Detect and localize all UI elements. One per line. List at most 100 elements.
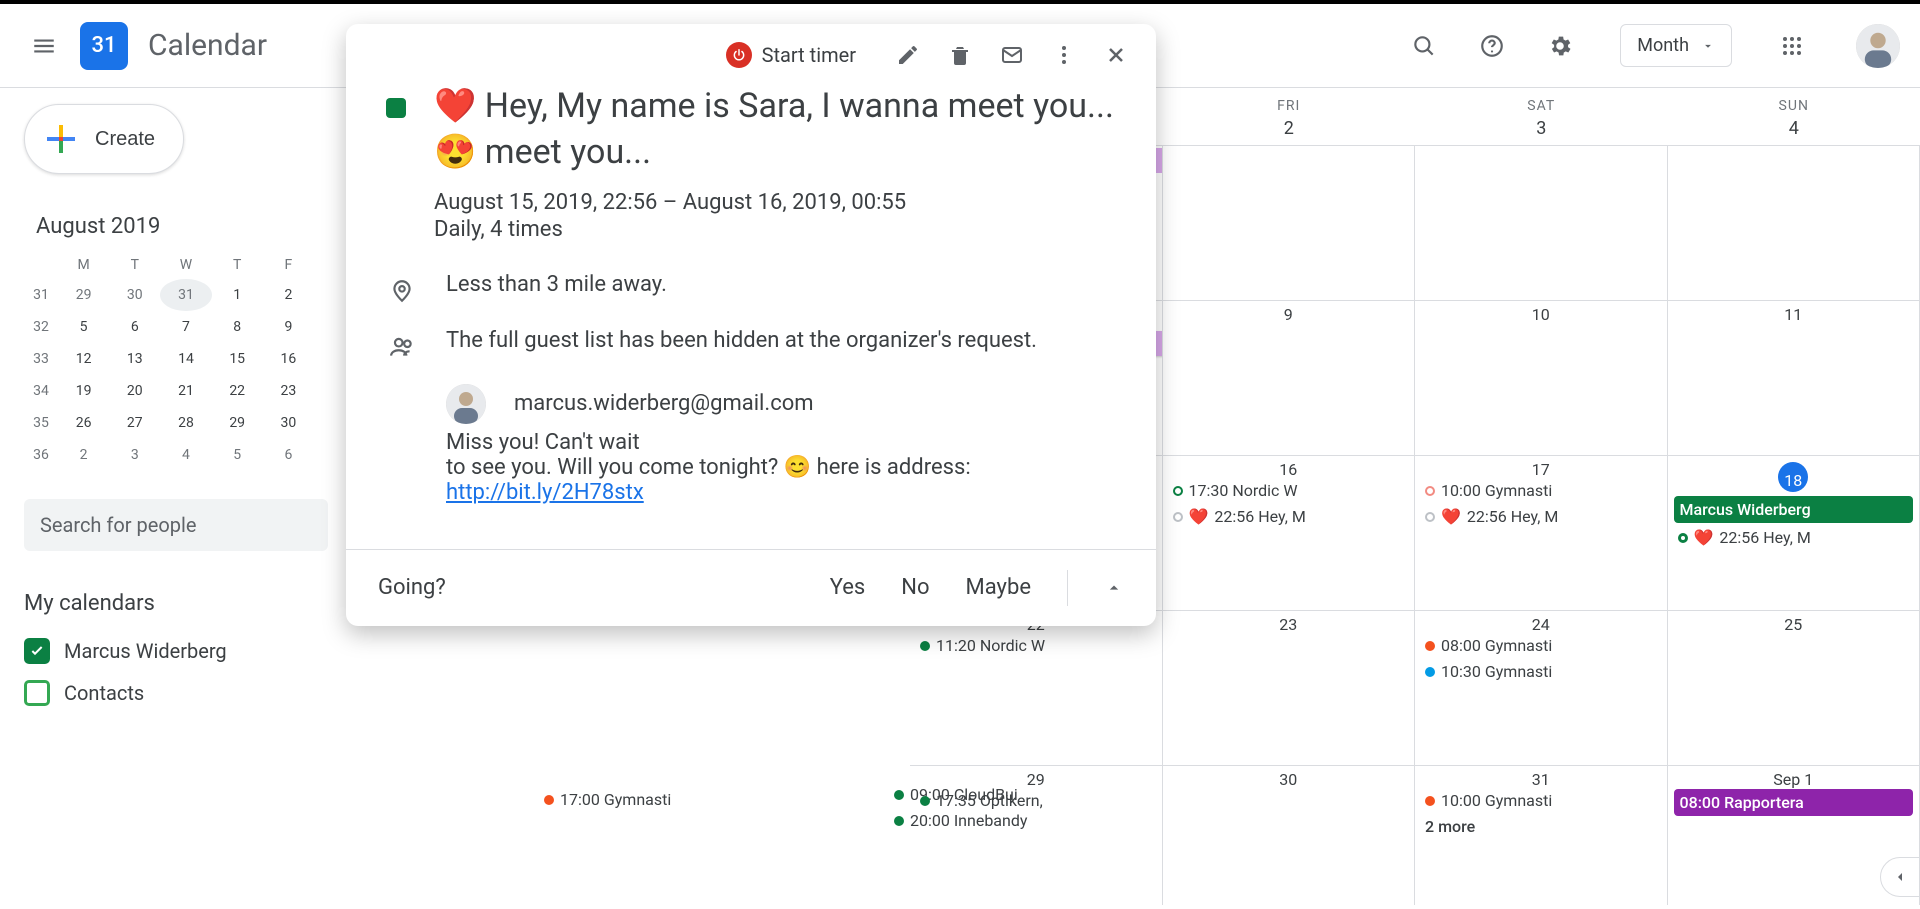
create-button[interactable]: Create (24, 104, 184, 174)
event-chip[interactable]: 17:30 Nordic W (1169, 479, 1409, 502)
mini-day[interactable]: 2 (263, 279, 314, 311)
organizer-email: marcus.widerberg@gmail.com (514, 391, 814, 416)
day-cell[interactable]: 2408:00 Gymnasti10:30 Gymnasti (1415, 611, 1668, 766)
mini-day[interactable]: 14 (160, 343, 211, 375)
search-icon[interactable] (1400, 22, 1448, 70)
mini-day[interactable]: 1 (212, 279, 263, 311)
event-description-link[interactable]: http://bit.ly/2H78stx (446, 480, 644, 505)
day-cell[interactable]: 10 (1415, 301, 1668, 456)
event-chip[interactable]: ❤️22:56 Hey, M (1421, 505, 1661, 528)
event-chip[interactable]: 10:00 Gymnasti (1421, 479, 1661, 502)
mini-day[interactable]: 12 (58, 343, 109, 375)
close-icon[interactable] (1104, 43, 1128, 67)
day-cell[interactable] (1163, 146, 1416, 301)
day-cell[interactable]: 11 (1668, 301, 1920, 456)
event-chip[interactable]: 08:00 Rapportera (1674, 789, 1914, 816)
mini-day[interactable]: 16 (263, 343, 314, 375)
mini-day[interactable]: 30 (109, 279, 160, 311)
day-cell[interactable]: 23 (1163, 611, 1416, 766)
create-label: Create (95, 128, 155, 151)
help-icon[interactable] (1468, 22, 1516, 70)
more-events[interactable]: 2 more (1421, 815, 1661, 838)
mini-day[interactable]: 28 (160, 407, 211, 439)
calendar-list-item[interactable]: Marcus Widerberg (24, 630, 328, 672)
logo-day: 31 (91, 33, 116, 58)
guests-icon (386, 328, 418, 360)
mini-day[interactable]: 13 (109, 343, 160, 375)
day-cell[interactable]: 1710:00 Gymnasti❤️22:56 Hey, M (1415, 456, 1668, 611)
mini-day[interactable]: 21 (160, 375, 211, 407)
event-title: ❤️ Hey, My name is Sara, I wanna meet yo… (434, 84, 1116, 176)
event-chip[interactable]: ❤️22:56 Hey, M (1169, 505, 1409, 528)
pencil-icon[interactable] (896, 43, 920, 67)
checkbox-icon[interactable] (24, 680, 50, 706)
mini-day[interactable]: 20 (109, 375, 160, 407)
mini-day[interactable]: 19 (58, 375, 109, 407)
day-cell[interactable]: 3110:00 Gymnasti2 more (1415, 766, 1668, 905)
envelope-icon[interactable] (1000, 43, 1024, 67)
day-cell[interactable]: 2211:20 Nordic W (910, 611, 1163, 766)
mini-day[interactable]: 6 (109, 311, 160, 343)
mini-day[interactable]: 5 (58, 311, 109, 343)
event-chip[interactable]: 17:35 Optikern, (916, 789, 1156, 812)
day-cell[interactable]: 1617:30 Nordic W❤️22:56 Hey, M (1163, 456, 1416, 611)
view-select-label: Month (1637, 35, 1689, 56)
mini-day[interactable]: 30 (263, 407, 314, 439)
day-header: SAT3 (1415, 88, 1668, 145)
start-timer-button[interactable]: Start timer (726, 42, 856, 68)
view-select[interactable]: Month (1620, 24, 1732, 67)
plus-multicolor-icon (43, 121, 79, 157)
mini-day[interactable]: 15 (212, 343, 263, 375)
mini-day[interactable]: 8 (212, 311, 263, 343)
mini-day[interactable]: 27 (109, 407, 160, 439)
options-vertical-icon[interactable] (1052, 43, 1076, 67)
day-cell[interactable]: 25 (1668, 611, 1920, 766)
day-cell[interactable]: 18Marcus Widerberg❤️22:56 Hey, M (1668, 456, 1920, 611)
event-chip[interactable]: 10:00 Gymnasti (1421, 789, 1661, 812)
day-cell[interactable]: 2917:35 Optikern, (910, 766, 1163, 905)
day-cell[interactable] (1668, 146, 1920, 301)
chevron-up-icon[interactable] (1104, 578, 1124, 598)
rsvp-maybe[interactable]: Maybe (966, 575, 1031, 600)
event-chip[interactable]: 10:30 Gymnasti (1421, 660, 1661, 683)
guests-hidden-note: The full guest list has been hidden at t… (446, 328, 1037, 360)
mini-calendar[interactable]: MTWTF 3129303112325678933121314151634192… (24, 251, 314, 471)
mini-day[interactable]: 3 (109, 439, 160, 471)
mini-day[interactable]: 29 (58, 279, 109, 311)
apps-grid-icon[interactable] (1768, 22, 1816, 70)
mini-day[interactable]: 31 (160, 279, 211, 311)
rsvp-yes[interactable]: Yes (830, 575, 866, 600)
checkbox-icon[interactable] (24, 638, 50, 664)
chevron-down-icon (1701, 39, 1715, 53)
search-people-input[interactable]: Search for people (24, 499, 328, 551)
account-avatar[interactable] (1856, 24, 1900, 68)
event-chip[interactable]: ❤️22:56 Hey, M (1674, 526, 1914, 549)
mini-day[interactable]: 26 (58, 407, 109, 439)
trash-icon[interactable] (948, 43, 972, 67)
mini-day[interactable]: 4 (160, 439, 211, 471)
side-panel-toggle[interactable] (1880, 857, 1920, 897)
mini-day[interactable]: 7 (160, 311, 211, 343)
event-chip[interactable]: 11:20 Nordic W (916, 634, 1156, 657)
app-title: Calendar (148, 28, 267, 63)
gear-icon[interactable] (1536, 22, 1584, 70)
day-cell[interactable]: 30 (1163, 766, 1416, 905)
mini-day[interactable]: 2 (58, 439, 109, 471)
mini-day[interactable]: 6 (263, 439, 314, 471)
calendar-list-item[interactable]: Contacts (24, 672, 328, 714)
day-header: FRI2 (1163, 88, 1416, 145)
hamburger-icon[interactable] (20, 22, 68, 70)
mini-day[interactable]: 23 (263, 375, 314, 407)
event-chip[interactable]: 08:00 Gymnasti (1421, 634, 1661, 657)
mini-day[interactable]: 5 (212, 439, 263, 471)
mini-day[interactable]: 29 (212, 407, 263, 439)
rsvp-no[interactable]: No (901, 575, 929, 600)
event-chip[interactable]: 17:00 Gymnasti (540, 788, 780, 811)
day-cell[interactable]: 9 (1163, 301, 1416, 456)
day-cell[interactable] (1415, 146, 1668, 301)
mini-day[interactable]: 9 (263, 311, 314, 343)
mini-day[interactable]: 22 (212, 375, 263, 407)
mini-calendar-title: August 2019 (36, 214, 328, 239)
rsvp-footer: Going? Yes No Maybe (346, 549, 1156, 626)
event-chip[interactable]: Marcus Widerberg (1674, 496, 1914, 523)
